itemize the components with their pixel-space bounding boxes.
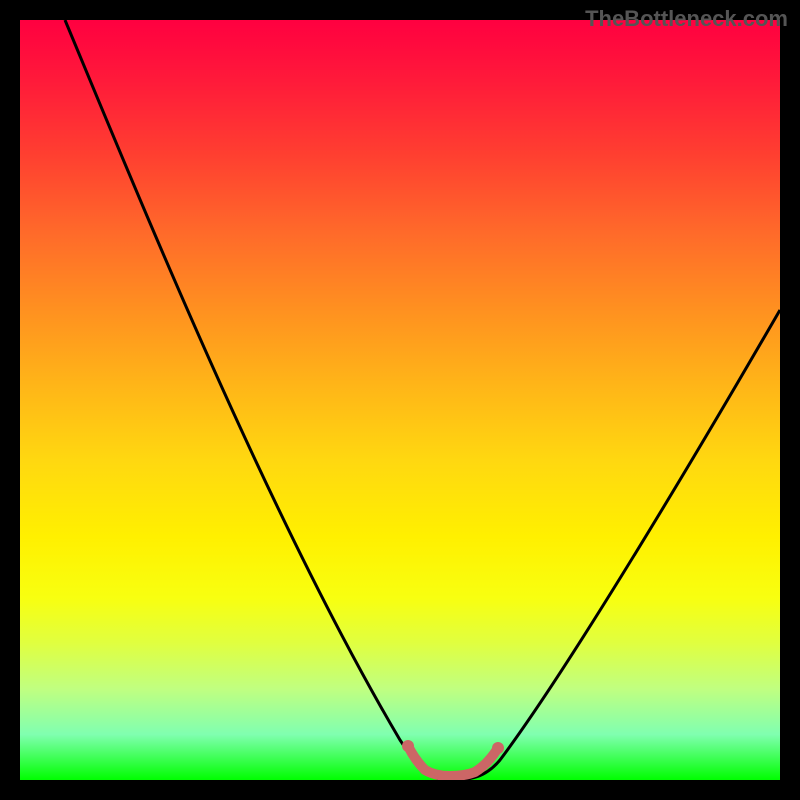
- watermark-text: TheBottleneck.com: [585, 6, 788, 32]
- main-curve: [65, 20, 780, 780]
- optimal-region-marker: [408, 746, 498, 776]
- bottleneck-curve-svg: [20, 20, 780, 780]
- marker-dot: [402, 740, 414, 752]
- marker-dot: [492, 742, 504, 754]
- chart-plot-area: [20, 20, 780, 780]
